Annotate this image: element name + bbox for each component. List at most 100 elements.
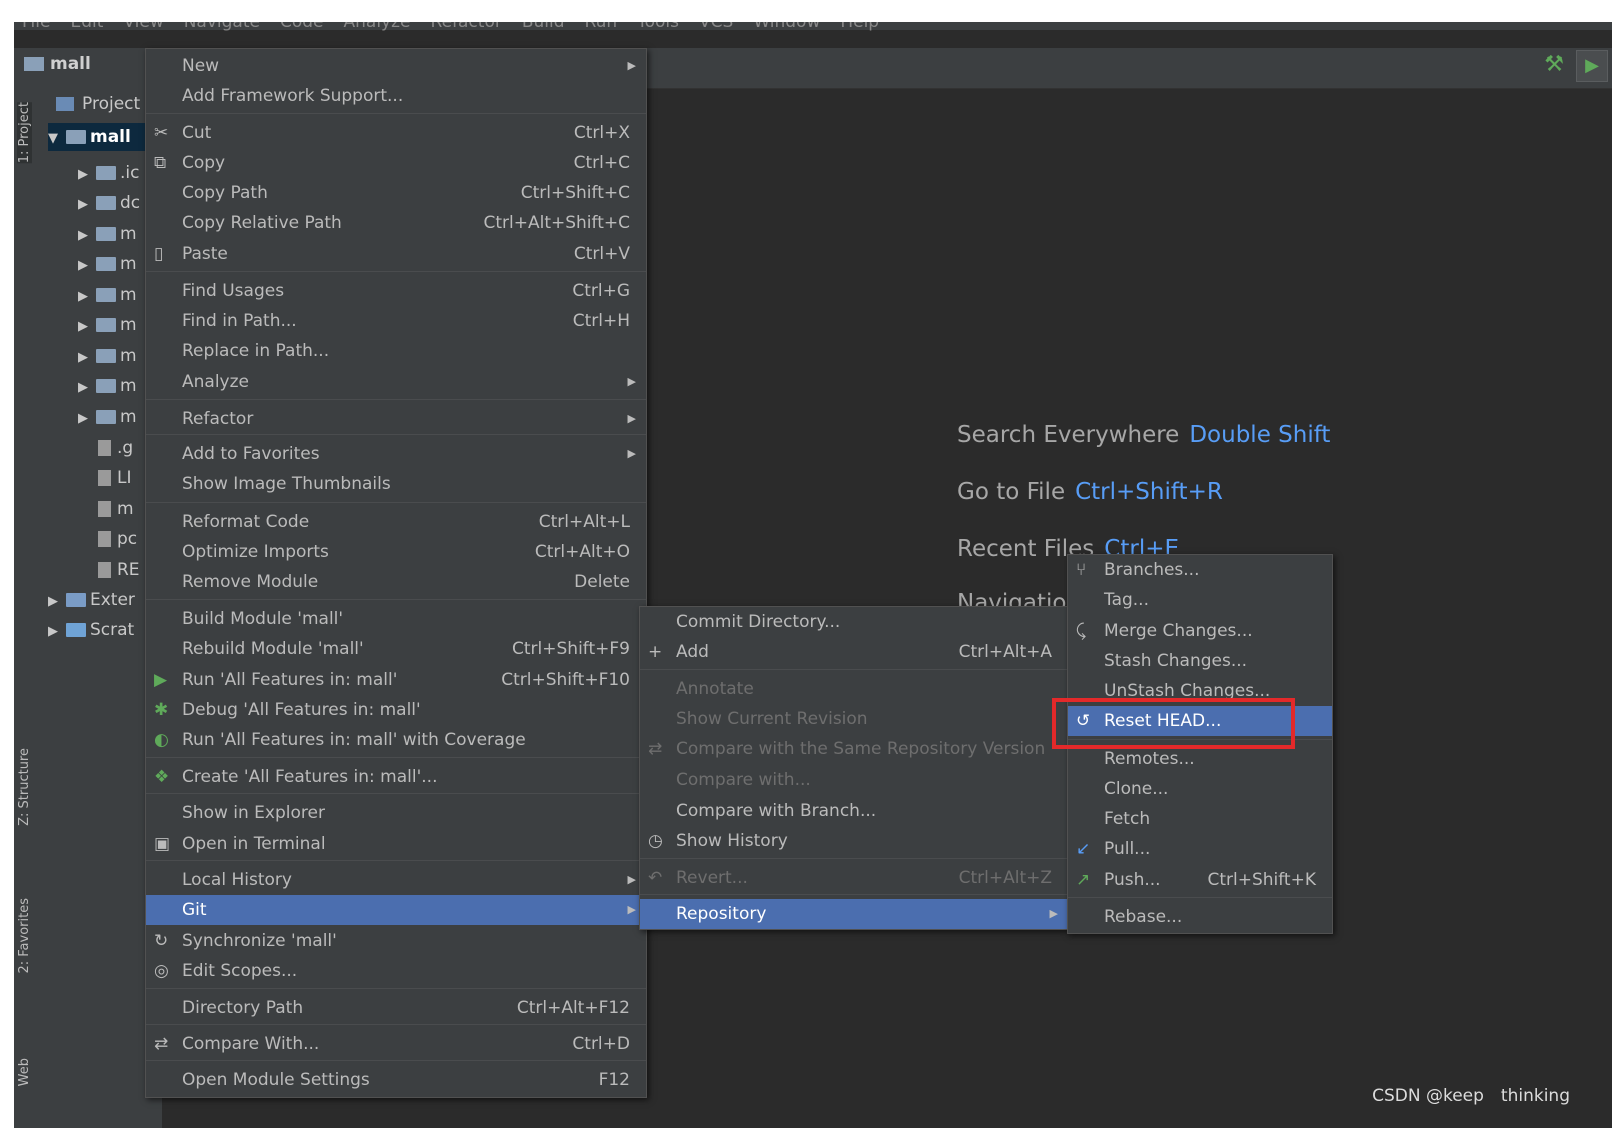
menu-item-commit-directory[interactable]: Commit Directory... [640, 607, 1068, 637]
menu-item-rebuild-module-mall[interactable]: Rebuild Module 'mall' Ctrl+Shift+F9 [146, 634, 646, 664]
menu-item-tag[interactable]: Tag... [1068, 585, 1332, 615]
menu-item-analyze[interactable]: Analyze ▶ [146, 367, 646, 397]
menu-item-show-history[interactable]: ◷ Show History [640, 826, 1068, 856]
tree-node-label: LI [117, 468, 132, 488]
menu-item-label: Repository [676, 904, 767, 924]
tree-node[interactable]: ▶ m [78, 311, 137, 339]
menu-item-build-module-mall[interactable]: Build Module 'mall' [146, 604, 646, 634]
menu-item-run-all-features-in-mall-with-coverage[interactable]: ◐ Run 'All Features in: mall' with Covera… [146, 725, 646, 755]
tree-node[interactable]: ▶ m [78, 220, 137, 248]
tree-node-label: m [120, 315, 137, 335]
menu-item-compare-with-branch[interactable]: Compare with Branch... [640, 796, 1068, 826]
menu-item-branches[interactable]: ⑂ Branches... [1068, 555, 1332, 585]
menu-item-merge-changes[interactable]: ⤹ Merge Changes... [1068, 616, 1332, 646]
menu-item-add[interactable]: + Add Ctrl+Alt+A [640, 637, 1068, 667]
menu-item-add-to-favorites[interactable]: Add to Favorites ▶ [146, 439, 646, 469]
menu-vcs[interactable]: VCS [699, 22, 733, 32]
menu-item-label: Compare with the Same Repository Version [676, 739, 1046, 759]
menu-item-show-in-explorer[interactable]: Show in Explorer [146, 798, 646, 828]
menu-item-copy-path[interactable]: Copy Path Ctrl+Shift+C [146, 178, 646, 208]
menu-item-open-module-settings[interactable]: Open Module Settings F12 [146, 1065, 646, 1095]
menu-navigate[interactable]: Navigate [184, 22, 260, 32]
run-configuration-button[interactable]: ▶ [1576, 50, 1608, 82]
menu-item-find-usages[interactable]: Find Usages Ctrl+G [146, 276, 646, 306]
menu-item-edit-scopes[interactable]: ◎ Edit Scopes... [146, 956, 646, 986]
breadcrumb-project[interactable]: mall [24, 54, 91, 74]
menu-item-copy[interactable]: ⧉ Copy Ctrl+C [146, 148, 646, 178]
menu-item-label: Show Current Revision [676, 709, 868, 729]
menu-item-add-framework-support[interactable]: Add Framework Support... [146, 81, 646, 111]
menu-item-pull[interactable]: ↙ Pull... [1068, 834, 1332, 864]
menu-item-optimize-imports[interactable]: Optimize Imports Ctrl+Alt+O [146, 537, 646, 567]
menu-item-push[interactable]: ↗ Push... Ctrl+Shift+K [1068, 865, 1332, 895]
tree-node[interactable]: ▶ Scrat [48, 616, 134, 644]
tree-node[interactable]: LI [98, 464, 132, 492]
menu-item-compare-with-the-same-repository-version[interactable]: ⇄ Compare with the Same Repository Versio… [640, 734, 1068, 764]
menu-item-show-current-revision[interactable]: Show Current Revision [640, 704, 1068, 734]
build-hammer-icon[interactable]: ⚒ [1544, 52, 1564, 77]
menu-item-stash-changes[interactable]: Stash Changes... [1068, 646, 1332, 676]
tree-node[interactable]: RE [98, 556, 140, 584]
menu-analyze[interactable]: Analyze [344, 22, 411, 32]
menu-item-remove-module[interactable]: Remove Module Delete [146, 567, 646, 597]
menu-item-reformat-code[interactable]: Reformat Code Ctrl+Alt+L [146, 507, 646, 537]
tree-node[interactable]: ▶ m [78, 403, 137, 431]
menu-item-label: Directory Path [182, 998, 304, 1018]
menu-tools[interactable]: Tools [637, 22, 679, 32]
menu-item-label: Pull... [1104, 839, 1151, 859]
project-view-header[interactable]: Project [56, 94, 140, 114]
menu-view[interactable]: View [123, 22, 163, 32]
menu-item-copy-relative-path[interactable]: Copy Relative Path Ctrl+Alt+Shift+C [146, 208, 646, 238]
tool-window-favorites-tab[interactable]: 2: Favorites [17, 898, 32, 974]
tree-node[interactable]: m [98, 495, 134, 523]
menu-item-create-all-features-in-mall[interactable]: ❖ Create 'All Features in: mall'... [146, 762, 646, 792]
menu-file[interactable]: File [22, 22, 50, 32]
menu-item-compare-with[interactable]: Compare with... [640, 765, 1068, 795]
menu-item-show-image-thumbnails[interactable]: Show Image Thumbnails [146, 469, 646, 499]
copy-icon: ⧉ [154, 153, 167, 173]
tree-node[interactable]: ▶ m [78, 250, 137, 278]
tool-window-web-tab[interactable]: Web [17, 1058, 32, 1086]
menu-refactor[interactable]: Refactor [431, 22, 502, 32]
tree-node[interactable]: ▶ m [78, 342, 137, 370]
tree-node[interactable]: pc [98, 525, 137, 553]
menu-item-cut[interactable]: ✂ Cut Ctrl+X [146, 118, 646, 148]
menu-item-fetch[interactable]: Fetch [1068, 804, 1332, 834]
submenu-arrow-icon: ▶ [627, 412, 636, 425]
menu-item-refactor[interactable]: Refactor ▶ [146, 404, 646, 434]
menu-item-new[interactable]: New ▶ [146, 51, 646, 81]
menu-item-directory-path[interactable]: Directory Path Ctrl+Alt+F12 [146, 993, 646, 1023]
menu-item-compare-with[interactable]: ⇄ Compare With... Ctrl+D [146, 1029, 646, 1059]
menu-item-paste[interactable]: ▯ Paste Ctrl+V [146, 239, 646, 269]
tree-node[interactable]: ▶ m [78, 281, 137, 309]
tree-node[interactable]: ▶ m [78, 372, 137, 400]
menu-code[interactable]: Code [280, 22, 324, 32]
menu-item-repository[interactable]: Repository ▶ [640, 899, 1068, 929]
tree-node[interactable]: ▶ dc [78, 189, 140, 217]
menu-help[interactable]: Help [840, 22, 879, 32]
tool-window-structure-tab[interactable]: Z: Structure [17, 748, 32, 826]
menu-item-find-in-path[interactable]: Find in Path... Ctrl+H [146, 306, 646, 336]
menu-item-local-history[interactable]: Local History ▶ [146, 865, 646, 895]
menu-item-debug-all-features-in-mall[interactable]: ✱ Debug 'All Features in: mall' [146, 695, 646, 725]
menu-item-replace-in-path[interactable]: Replace in Path... [146, 336, 646, 366]
tree-node[interactable]: .g [98, 434, 133, 462]
tree-node[interactable]: ▶ Exter [48, 586, 135, 614]
menu-item-open-in-terminal[interactable]: ▣ Open in Terminal [146, 829, 646, 859]
menu-item-shortcut: Ctrl+H [572, 311, 630, 331]
menu-item-annotate[interactable]: Annotate [640, 674, 1068, 704]
tree-node[interactable]: ▶ .ic [78, 159, 139, 187]
menu-run[interactable]: Run [585, 22, 618, 32]
menu-item-shortcut: Ctrl+Alt+Shift+C [483, 213, 630, 233]
menu-item-git[interactable]: Git ▶ [146, 895, 646, 925]
tool-window-project-tab[interactable]: 1: Project [17, 102, 32, 164]
menu-window[interactable]: Window [753, 22, 820, 32]
menu-item-synchronize-mall[interactable]: ↻ Synchronize 'mall' [146, 926, 646, 956]
menu-item-clone[interactable]: Clone... [1068, 774, 1332, 804]
menu-build[interactable]: Build [522, 22, 565, 32]
menu-item-rebase[interactable]: Rebase... [1068, 902, 1332, 932]
menu-item-revert[interactable]: ↶ Revert... Ctrl+Alt+Z [640, 863, 1068, 893]
menu-item-run-all-features-in-mall[interactable]: ▶ Run 'All Features in: mall' Ctrl+Shift+F… [146, 665, 646, 695]
menu-edit[interactable]: Edit [70, 22, 103, 32]
clock-icon: ◷ [648, 831, 663, 851]
